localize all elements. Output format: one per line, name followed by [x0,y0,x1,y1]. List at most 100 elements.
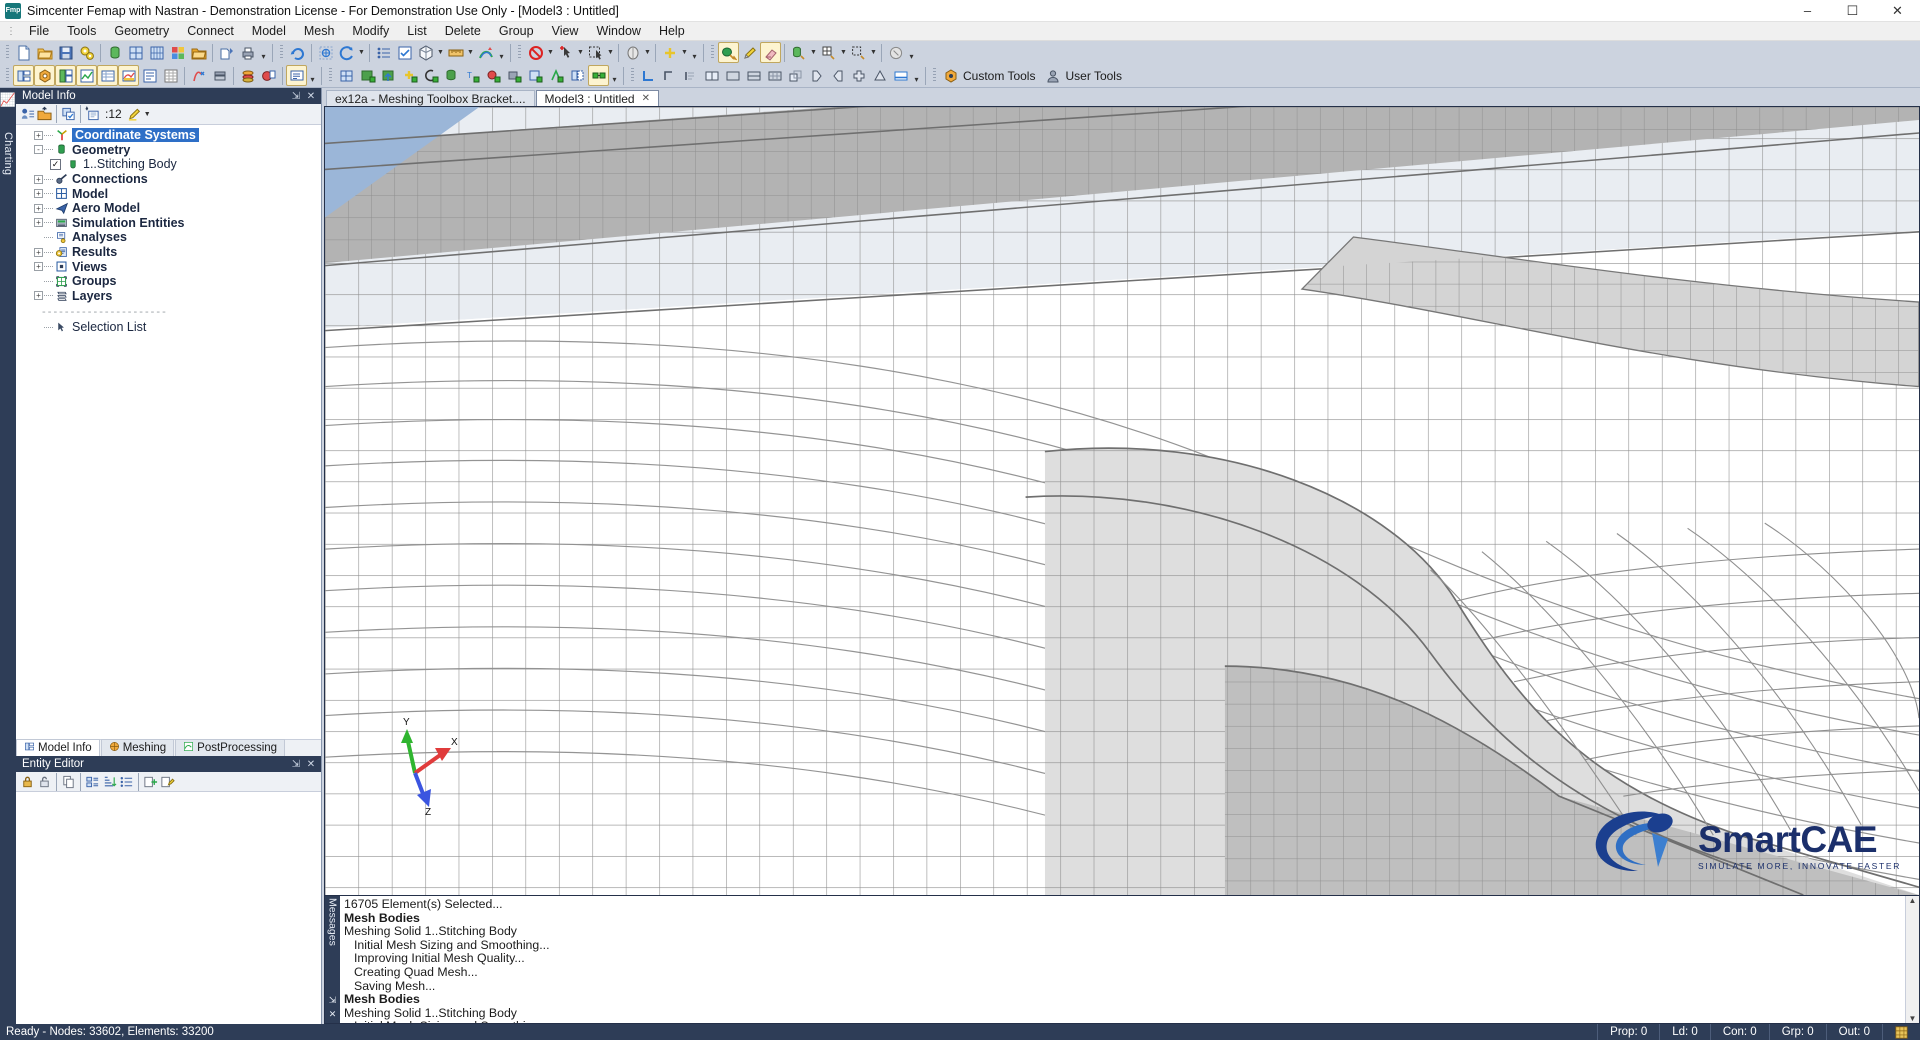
toolbar-grip-icon[interactable] [327,66,334,85]
close-icon[interactable]: ✕ [305,759,317,770]
tree-item-layers[interactable]: + Layers [16,289,321,304]
tree-item-aero-model[interactable]: + Aero Model [16,201,321,216]
eraser-paint-icon[interactable] [760,42,781,63]
tree-item-simulation-entities[interactable]: + Simulation Entities [16,216,321,231]
tree-item-label[interactable]: Results [72,245,117,259]
mesh-paint-icon[interactable] [718,42,739,63]
tree-item-label[interactable]: Views [72,260,107,274]
expander-icon[interactable]: + [34,262,43,272]
tab-model-info[interactable]: Model Info [16,739,100,756]
tree-item-label[interactable]: Layers [72,289,112,303]
geom-boolean-icon[interactable] [848,65,869,86]
scroll-up-icon[interactable]: ▲ [1909,896,1917,905]
open-folder-icon[interactable] [188,42,209,63]
layup-icon[interactable] [209,65,230,86]
postprocessing-icon[interactable] [118,65,139,86]
tree-item-model[interactable]: + Model [16,186,321,201]
mesh-extrude-icon[interactable] [483,65,504,86]
data-table-icon[interactable] [97,65,118,86]
mesh-transition-icon[interactable]: T [462,65,483,86]
close-icon[interactable]: ✕ [305,91,317,102]
mesh-reflect-icon[interactable] [567,65,588,86]
menu-item-file[interactable]: File [20,22,58,40]
document-tab-model3[interactable]: Model3 : Untitled ✕ [535,90,659,106]
no-pick-icon[interactable] [525,42,546,63]
messages-list[interactable]: 16705 Element(s) Selected... Mesh Bodies… [340,896,1905,1023]
model-tree[interactable]: + Coordinate Systems - Geometry ✓ 1..Sti… [16,125,321,739]
menu-item-help[interactable]: Help [650,22,694,40]
scroll-down-icon[interactable]: ▼ [1909,1014,1917,1023]
menu-item-tools[interactable]: Tools [58,22,105,40]
material-icon[interactable] [237,65,258,86]
geom-revolve-icon[interactable] [806,65,827,86]
preferences-gear-icon[interactable] [76,42,97,63]
geom-sweep-icon[interactable] [827,65,848,86]
menu-item-view[interactable]: View [543,22,588,40]
tree-item-label[interactable]: 1..Stitching Body [83,157,177,171]
zoom-view-icon[interactable] [315,42,336,63]
unlock-icon[interactable] [36,774,53,790]
highlight-icon[interactable] [126,106,143,122]
tree-item-coordinate-systems[interactable]: + Coordinate Systems [16,128,321,143]
document-tab-ex12a[interactable]: ex12a - Meshing Toolbox Bracket.... [326,90,535,106]
toolbar-grip-icon[interactable] [4,66,11,85]
mesh-sweep-icon[interactable] [525,65,546,86]
geom-grid-icon[interactable] [764,65,785,86]
api-programming-icon[interactable] [139,65,160,86]
geom-line-icon[interactable] [659,65,680,86]
tree-item-connections[interactable]: + Connections [16,172,321,187]
tree-item-groups[interactable]: Groups [16,274,321,289]
menu-item-model[interactable]: Model [243,22,295,40]
sort-az-icon[interactable] [101,774,118,790]
lock-icon[interactable] [19,774,36,790]
maximize-button[interactable]: ☐ [1830,0,1875,22]
tree-item-label[interactable]: Analyses [72,230,127,244]
close-button[interactable]: ✕ [1875,0,1920,22]
clear-paint-icon[interactable] [885,42,906,63]
contour-icon[interactable] [475,42,496,63]
spreadsheet-icon[interactable] [160,65,181,86]
pencil-icon[interactable] [739,42,760,63]
menu-item-window[interactable]: Window [587,22,649,40]
geom-corner-icon[interactable] [638,65,659,86]
tree-item-label[interactable]: Aero Model [72,201,140,215]
toolbar-overflow-icon[interactable]: ▾ [906,42,917,63]
grid-status-icon[interactable] [1882,1024,1920,1040]
sort-group-icon[interactable] [118,774,135,790]
pick-circle-icon[interactable] [622,42,643,63]
menu-item-group[interactable]: Group [490,22,543,40]
user-tools-label[interactable]: User Tools [1063,69,1128,83]
custom-tools-icon[interactable] [940,65,961,86]
toolbar-overflow-icon[interactable]: ▾ [258,42,269,63]
chevron-down-icon[interactable]: ▼ [809,42,818,63]
geom-plane-icon[interactable] [743,65,764,86]
tree-item-label[interactable]: Selection List [72,320,146,334]
mesh-curve-icon[interactable] [420,65,441,86]
chevron-down-icon[interactable]: ▼ [643,42,652,63]
custom-tools-label[interactable]: Custom Tools [961,69,1042,83]
list-entities-icon[interactable] [373,42,394,63]
mesh-connect-icon[interactable] [588,65,609,86]
entity-editor-body[interactable] [16,792,321,1024]
chevron-down-icon[interactable]: ▼ [606,42,615,63]
view-options-icon[interactable] [394,42,415,63]
category-icon[interactable] [84,774,101,790]
user-tools-icon[interactable] [1042,65,1063,86]
import-mesh-icon[interactable] [125,42,146,63]
filter-icon[interactable] [84,106,101,122]
geom-arc-icon[interactable] [680,65,701,86]
new-file-icon[interactable] [13,42,34,63]
geom-rect-icon[interactable] [701,65,722,86]
open-entity-icon[interactable] [36,106,53,122]
messages-scrollbar[interactable]: ▲ ▼ [1905,896,1919,1023]
close-icon[interactable]: ✕ [329,1009,337,1020]
minimize-button[interactable]: – [1785,0,1830,22]
toolbar-grip-icon[interactable] [931,66,938,85]
check-entities-icon[interactable] [60,106,77,122]
mesh-boundary-icon[interactable] [441,65,462,86]
measure-icon[interactable] [445,42,466,63]
expander-icon[interactable]: + [34,130,43,140]
chevron-down-icon[interactable]: ▼ [436,42,445,63]
toolbar-overflow-icon[interactable]: ▾ [609,65,620,86]
tab-meshing[interactable]: Meshing [100,739,175,756]
